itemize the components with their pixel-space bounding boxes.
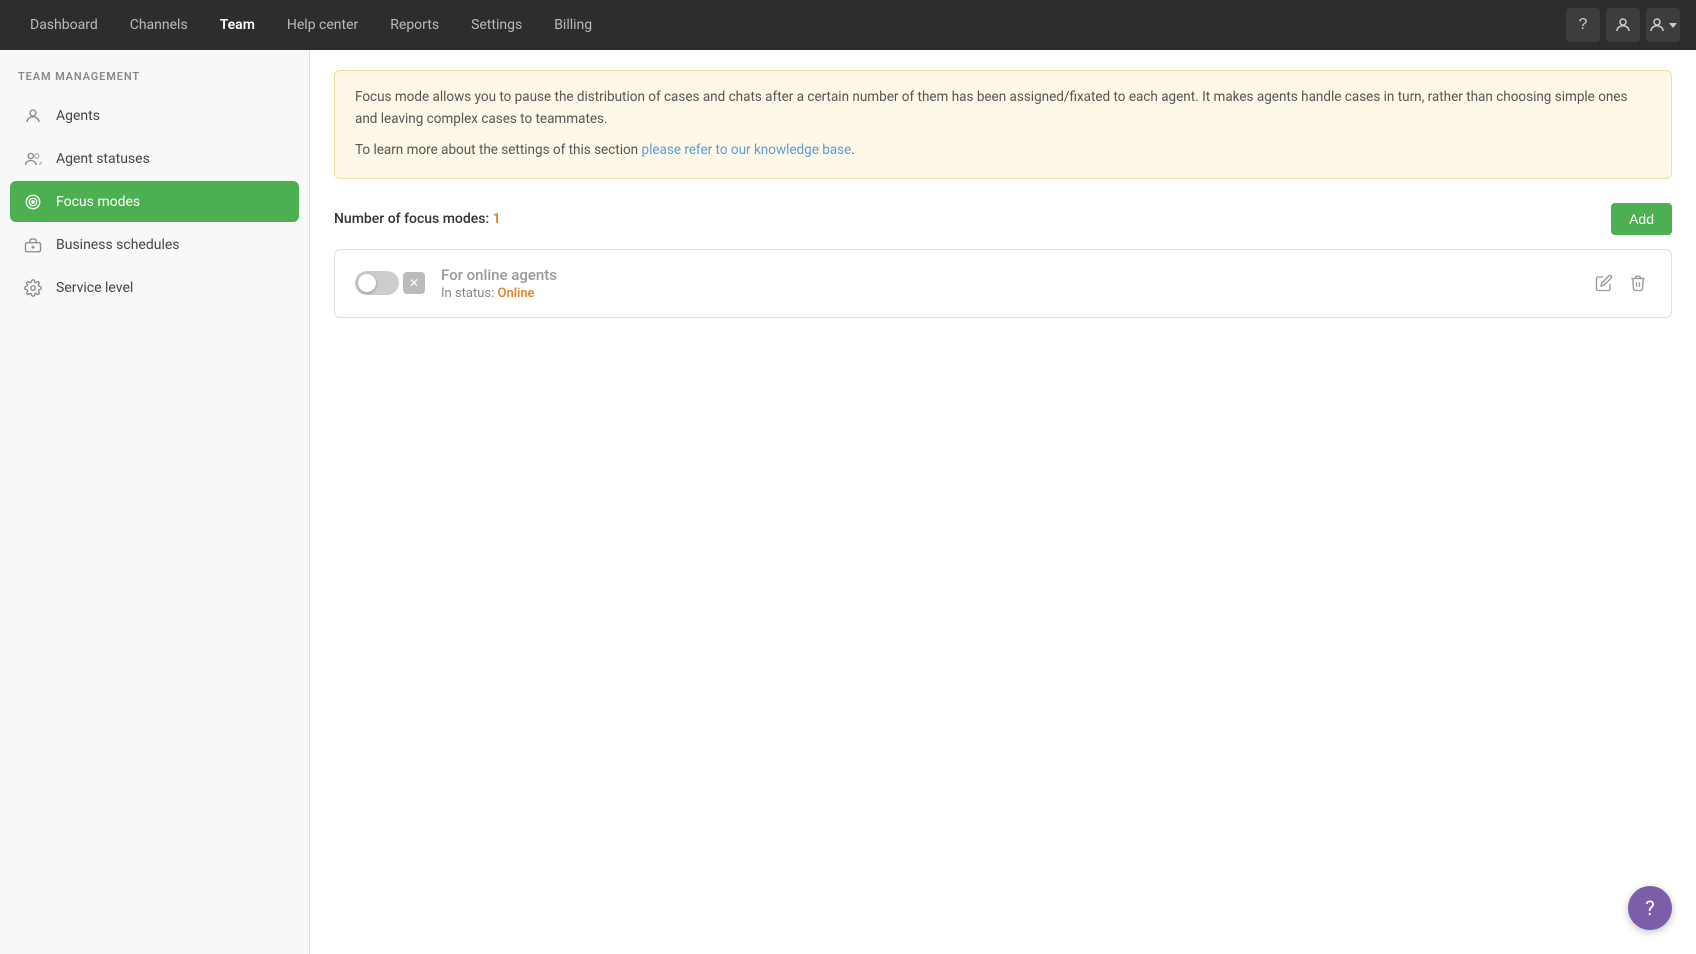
focus-mode-toggle[interactable]: ✕ xyxy=(355,271,425,295)
service-level-label: Service level xyxy=(56,280,133,296)
gear-icon xyxy=(22,277,44,298)
toggle-track[interactable] xyxy=(355,271,399,295)
focus-modes-label: Focus modes xyxy=(56,194,140,210)
edit-focus-mode-button[interactable] xyxy=(1591,270,1617,296)
focus-count-label: Number of focus modes: xyxy=(334,211,489,227)
focus-mode-name: For online agents xyxy=(441,266,1575,284)
person-icon xyxy=(22,105,44,126)
info-text-2: To learn more about the settings of this… xyxy=(355,142,641,158)
user-dropdown-button[interactable] xyxy=(1646,8,1680,42)
info-link-suffix: . xyxy=(851,142,855,158)
sidebar-item-service-level[interactable]: Service level xyxy=(10,267,299,308)
add-focus-mode-button[interactable]: Add xyxy=(1611,203,1672,235)
nav-item-settings[interactable]: Settings xyxy=(457,9,536,41)
sidebar-item-focus-modes[interactable]: Focus modes xyxy=(10,181,299,222)
close-icon[interactable]: ✕ xyxy=(403,272,425,294)
briefcase-icon xyxy=(22,234,44,255)
user-icon-button[interactable] xyxy=(1606,8,1640,42)
top-navigation: Dashboard Channels Team Help center Repo… xyxy=(0,0,1696,50)
info-text-paragraph-2: To learn more about the settings of this… xyxy=(355,140,1651,162)
info-text-paragraph-1: Focus mode allows you to pause the distr… xyxy=(355,87,1651,130)
nav-item-channels[interactable]: Channels xyxy=(116,9,202,41)
focus-mode-status: In status: Online xyxy=(441,286,1575,301)
status-value: Online xyxy=(498,286,535,301)
toggle-thumb xyxy=(358,274,376,292)
knowledge-base-link[interactable]: please refer to our knowledge base xyxy=(641,142,851,158)
status-prefix: In status: xyxy=(441,286,494,301)
help-icon-button[interactable]: ? xyxy=(1566,8,1600,42)
nav-right-actions: ? xyxy=(1566,8,1680,42)
help-bubble-button[interactable]: ? xyxy=(1628,886,1672,930)
sidebar-item-agent-statuses[interactable]: Agent statuses xyxy=(10,138,299,179)
target-icon xyxy=(22,191,44,212)
focus-mode-info: For online agents In status: Online xyxy=(441,266,1575,301)
focus-modes-header: Number of focus modes: 1 Add xyxy=(334,203,1672,235)
business-schedules-label: Business schedules xyxy=(56,237,180,253)
nav-item-dashboard[interactable]: Dashboard xyxy=(16,9,112,41)
main-layout: TEAM MANAGEMENT Agents Agent st xyxy=(0,50,1696,954)
nav-item-help-center[interactable]: Help center xyxy=(273,9,372,41)
focus-modes-count: Number of focus modes: 1 xyxy=(334,211,501,227)
nav-items: Dashboard Channels Team Help center Repo… xyxy=(16,9,1566,41)
focus-mode-card: ✕ For online agents In status: Online xyxy=(334,249,1672,318)
agent-statuses-label: Agent statuses xyxy=(56,151,150,167)
info-box: Focus mode allows you to pause the distr… xyxy=(334,70,1672,179)
people-icon xyxy=(22,148,44,169)
sidebar: TEAM MANAGEMENT Agents Agent st xyxy=(0,50,310,954)
focus-count-number: 1 xyxy=(493,211,501,227)
sidebar-item-business-schedules[interactable]: Business schedules xyxy=(10,224,299,265)
sidebar-title: TEAM MANAGEMENT xyxy=(10,70,299,95)
nav-item-team[interactable]: Team xyxy=(206,9,269,41)
sidebar-item-agents[interactable]: Agents xyxy=(10,95,299,136)
delete-focus-mode-button[interactable] xyxy=(1625,270,1651,296)
nav-item-billing[interactable]: Billing xyxy=(540,9,606,41)
nav-item-reports[interactable]: Reports xyxy=(376,9,453,41)
main-content: Focus mode allows you to pause the distr… xyxy=(310,50,1696,954)
focus-mode-actions xyxy=(1591,270,1651,296)
agents-label: Agents xyxy=(56,108,100,124)
